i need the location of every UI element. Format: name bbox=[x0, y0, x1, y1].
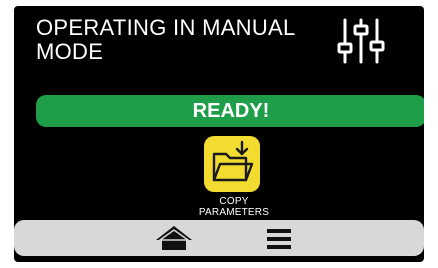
folder-download-icon bbox=[204, 136, 260, 192]
mode-title: OPERATING IN MANUAL MODE bbox=[36, 15, 296, 64]
sliders-icon[interactable] bbox=[336, 18, 386, 64]
copy-parameters-button[interactable]: COPY PARAMETERS bbox=[182, 130, 286, 220]
bottom-navigation-bar bbox=[14, 220, 424, 256]
copy-parameters-label: COPY PARAMETERS bbox=[198, 196, 270, 218]
home-icon[interactable] bbox=[154, 224, 194, 252]
hamburger-menu-icon[interactable] bbox=[263, 226, 295, 252]
device-screen: OPERATING IN MANUAL MODE READY! COPY PAR… bbox=[14, 6, 424, 262]
status-ready-bar: READY! bbox=[36, 95, 424, 127]
